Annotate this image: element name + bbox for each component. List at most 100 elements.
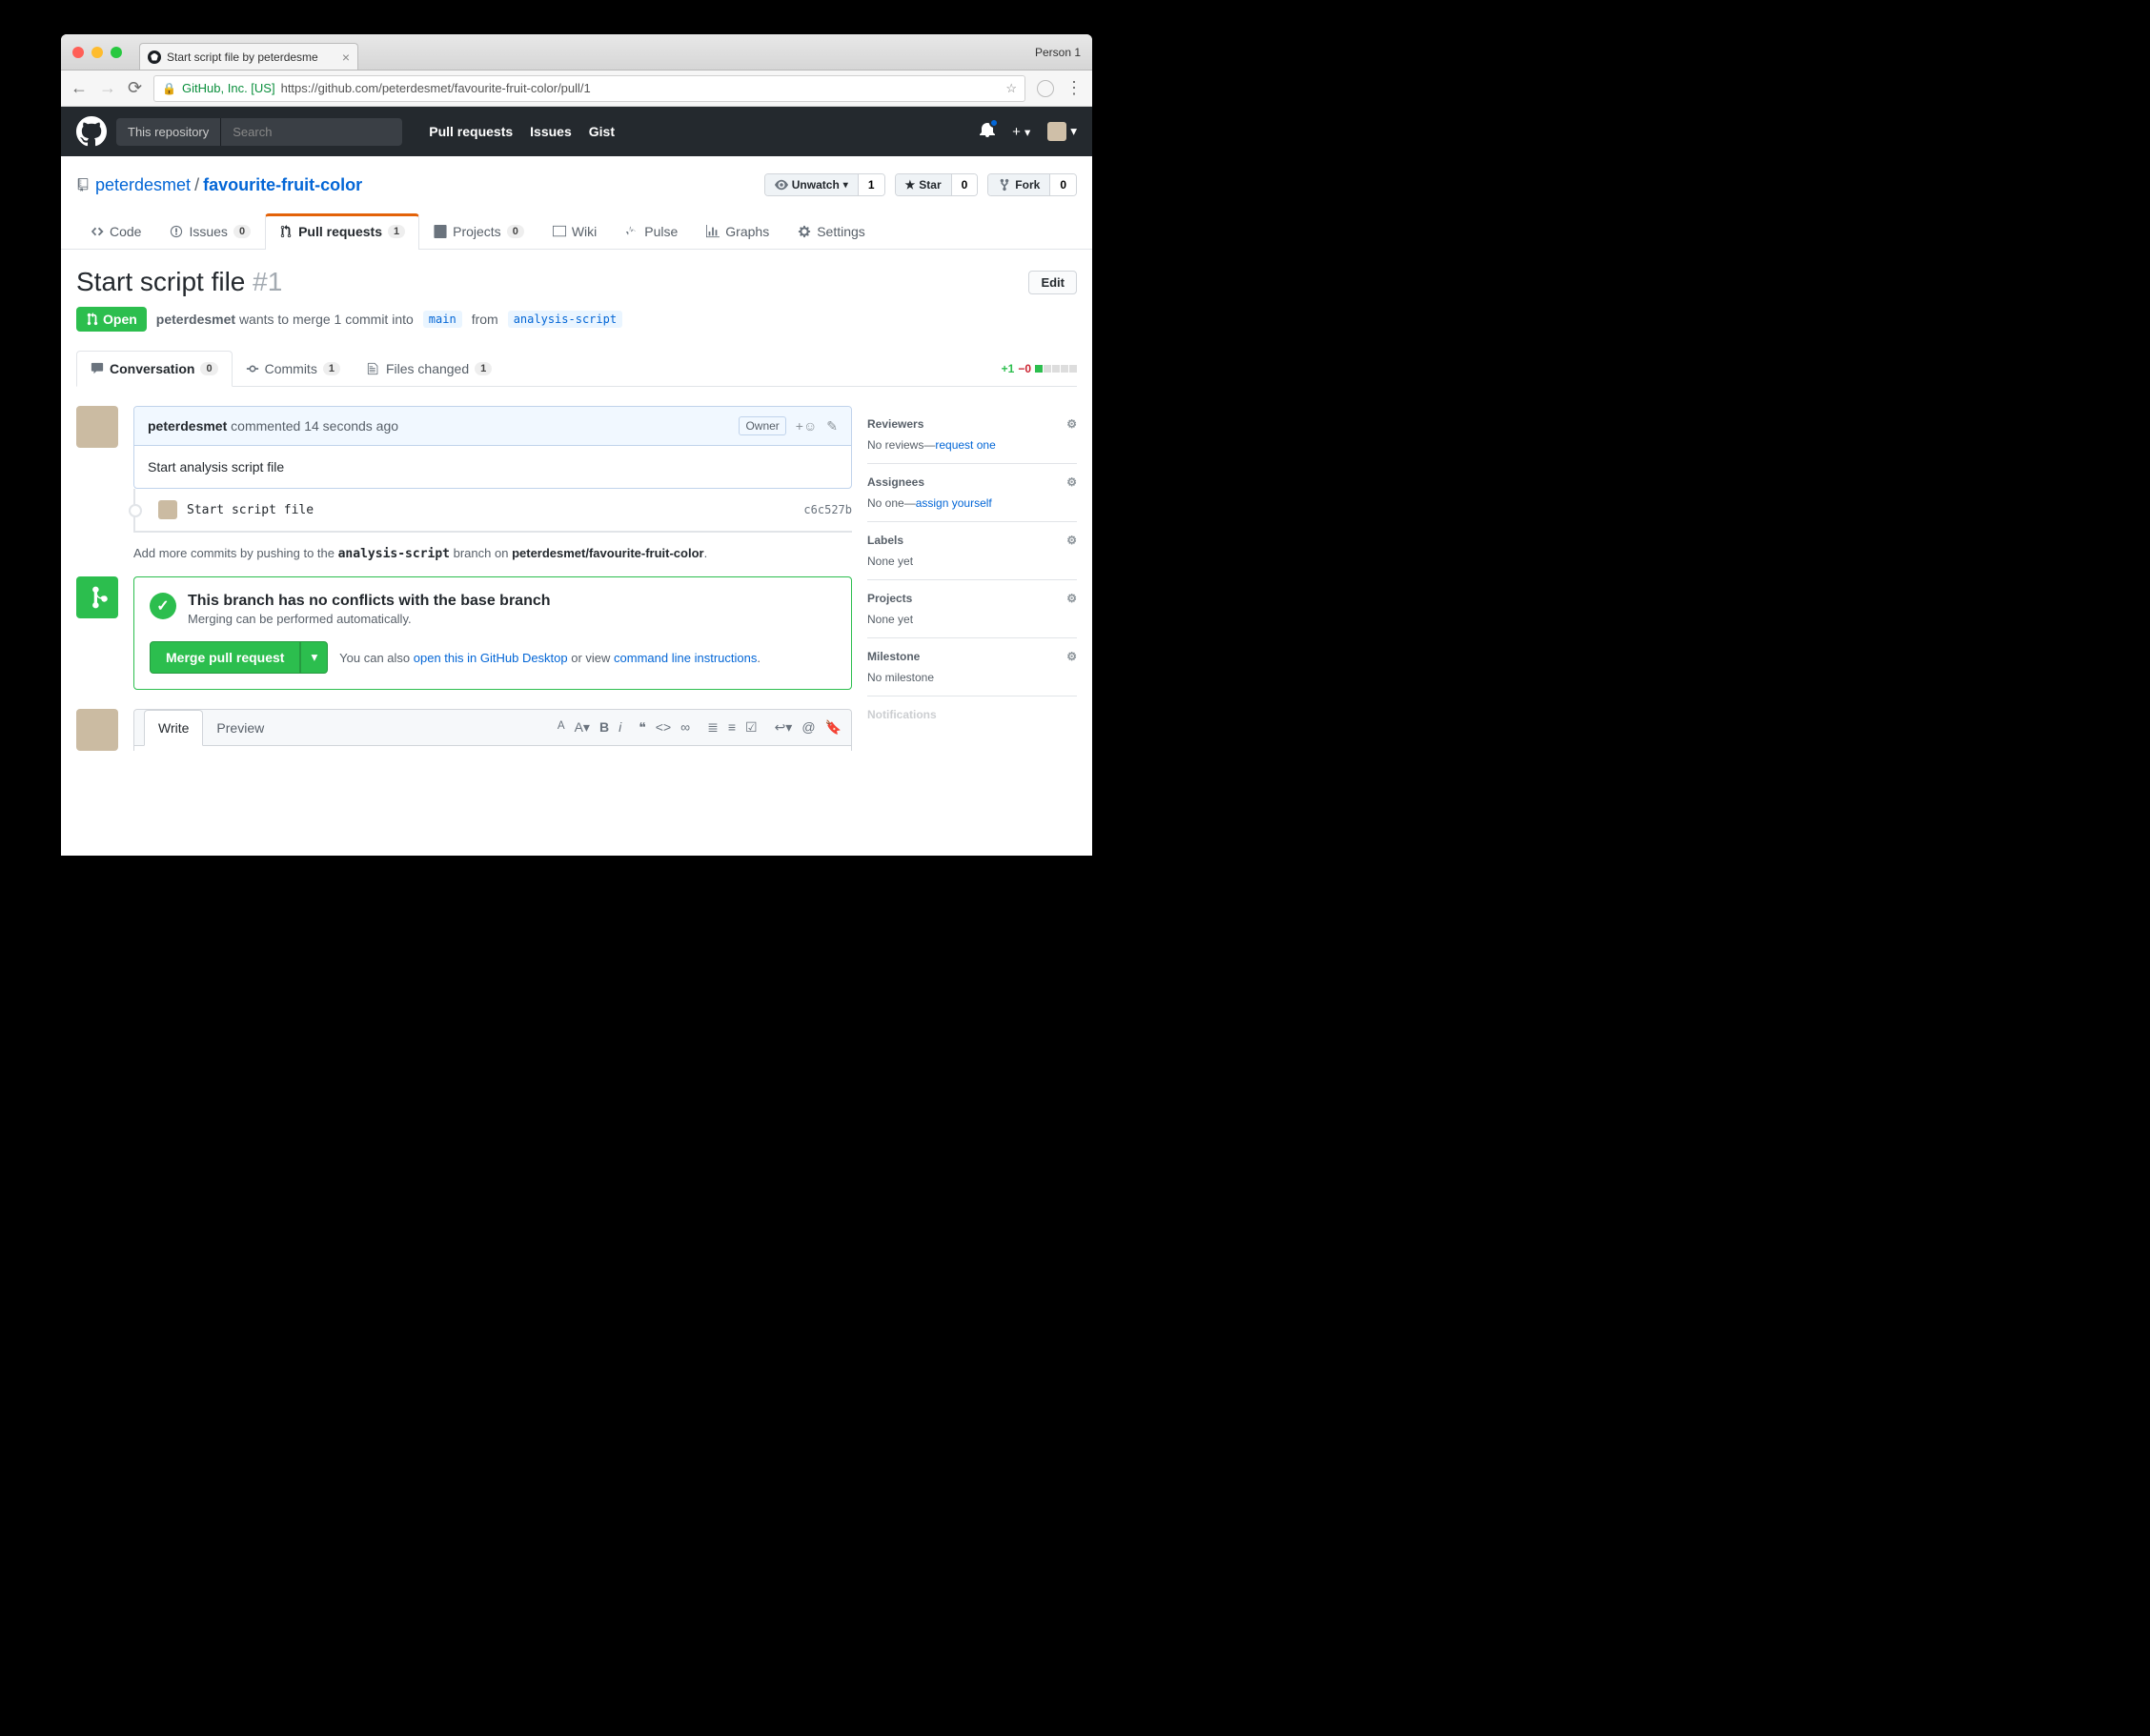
nav-issues[interactable]: Issues <box>530 124 572 139</box>
github-logo-icon[interactable] <box>76 116 107 147</box>
merge-dropdown[interactable]: ▾ <box>300 641 328 674</box>
pr-number: #1 <box>253 267 282 296</box>
nav-pull-requests[interactable]: Pull requests <box>429 124 513 139</box>
fork-button[interactable]: Fork 0 <box>987 173 1077 196</box>
browser-toolbar: ← → ⟳ 🔒 GitHub, Inc. [US] https://github… <box>61 71 1092 107</box>
gear-icon[interactable]: ⚙ <box>1066 534 1077 547</box>
tab-settings[interactable]: Settings <box>783 213 880 249</box>
push-hint: Add more commits by pushing to the analy… <box>133 546 852 561</box>
star-button[interactable]: ★ Star 0 <box>895 173 979 196</box>
gear-icon[interactable]: ⚙ <box>1066 475 1077 489</box>
repo-link[interactable]: favourite-fruit-color <box>203 175 362 195</box>
search-scope-button[interactable]: This repository <box>116 118 221 146</box>
reply-icon[interactable]: ↩▾ <box>775 719 793 736</box>
merge-status-sub: Merging can be performed automatically. <box>188 612 551 626</box>
address-bar[interactable]: 🔒 GitHub, Inc. [US] https://github.com/p… <box>153 75 1025 102</box>
bold-icon[interactable]: B <box>599 719 609 736</box>
create-new-menu[interactable]: + ▾ <box>1012 124 1030 140</box>
ol-icon[interactable]: ≡ <box>728 719 736 736</box>
avatar-icon[interactable] <box>76 406 118 448</box>
write-tab[interactable]: Write <box>144 710 203 746</box>
code-icon[interactable]: <> <box>656 719 671 736</box>
nav-gist[interactable]: Gist <box>589 124 615 139</box>
check-icon: ✓ <box>150 593 176 619</box>
merge-actions: Merge pull request ▾ You can also open t… <box>150 641 836 674</box>
diffstat: +1−0 <box>1002 362 1077 375</box>
watch-count[interactable]: 1 <box>858 174 884 195</box>
bookmark-star-icon[interactable]: ☆ <box>1005 81 1017 96</box>
text-size-icon[interactable]: AA▾ <box>558 719 590 736</box>
sidebar-notifications: Notifications <box>867 696 1077 733</box>
fork-count[interactable]: 0 <box>1049 174 1076 195</box>
comment-author[interactable]: peterdesmet <box>148 418 227 434</box>
github-favicon-icon <box>148 50 161 64</box>
gear-icon[interactable]: ⚙ <box>1066 650 1077 663</box>
tasklist-icon[interactable]: ☑ <box>745 719 758 736</box>
sidebar-reviewers: Reviewers⚙ No reviews—request one <box>867 406 1077 464</box>
user-menu[interactable]: ▾ <box>1047 122 1077 141</box>
browser-tab[interactable]: Start script file by peterdesme × <box>139 43 358 70</box>
italic-icon[interactable]: i <box>619 719 621 736</box>
tab-title: Start script file by peterdesme <box>167 50 318 64</box>
tab-graphs[interactable]: Graphs <box>692 213 783 249</box>
owner-link[interactable]: peterdesmet <box>95 175 191 195</box>
notification-dot-icon <box>989 118 999 128</box>
tab-commits[interactable]: Commits1 <box>233 352 354 386</box>
commit-message[interactable]: Start script file <box>187 503 314 517</box>
tab-pulse[interactable]: Pulse <box>611 213 692 249</box>
preview-tab[interactable]: Preview <box>203 711 277 745</box>
tab-issues[interactable]: Issues0 <box>155 213 265 249</box>
edit-comment-icon[interactable]: ✎ <box>826 418 838 434</box>
request-review-link[interactable]: request one <box>935 438 995 452</box>
merge-button[interactable]: Merge pull request <box>150 641 300 674</box>
mention-icon[interactable]: @ <box>801 719 815 736</box>
window-controls <box>72 47 122 58</box>
notifications-icon[interactable] <box>980 122 995 142</box>
chrome-profile-button[interactable]: Person 1 <box>1035 46 1081 59</box>
tab-pull-requests[interactable]: Pull requests1 <box>265 213 419 250</box>
edit-title-button[interactable]: Edit <box>1028 271 1077 294</box>
gear-icon[interactable]: ⚙ <box>1066 592 1077 605</box>
back-icon[interactable]: ← <box>71 78 88 98</box>
close-window-button[interactable] <box>72 47 84 58</box>
open-in-desktop-link[interactable]: open this in GitHub Desktop <box>414 651 568 665</box>
head-branch[interactable]: analysis-script <box>508 311 622 328</box>
search-input[interactable]: Search <box>221 118 402 146</box>
ul-icon[interactable]: ≣ <box>707 719 719 736</box>
browser-window: Start script file by peterdesme × Person… <box>61 34 1092 856</box>
commit-sha[interactable]: c6c527b <box>803 503 852 516</box>
tab-projects[interactable]: Projects0 <box>419 213 538 249</box>
star-count[interactable]: 0 <box>951 174 978 195</box>
header-nav: Pull requests Issues Gist <box>429 124 615 139</box>
search-wrap: This repository Search <box>116 118 402 146</box>
saved-reply-icon[interactable]: 🔖 <box>825 719 842 736</box>
reload-icon[interactable]: ⟳ <box>128 78 142 98</box>
github-header: This repository Search Pull requests Iss… <box>61 107 1092 156</box>
new-comment: Write Preview AA▾ B i ❝ <> <box>76 709 852 751</box>
cli-instructions-link[interactable]: command line instructions <box>614 651 757 665</box>
tab-code[interactable]: Code <box>76 213 155 249</box>
gear-icon[interactable]: ⚙ <box>1066 417 1077 431</box>
owner-badge: Owner <box>739 416 785 435</box>
avatar-icon[interactable] <box>158 500 177 519</box>
new-comment-box: Write Preview AA▾ B i ❝ <> <box>133 709 852 751</box>
link-icon[interactable]: ∞ <box>680 719 690 736</box>
avatar-icon[interactable] <box>76 709 118 751</box>
tab-files-changed[interactable]: Files changed1 <box>354 352 505 386</box>
tab-conversation[interactable]: Conversation0 <box>76 351 233 387</box>
minimize-window-button[interactable] <box>91 47 103 58</box>
chrome-menu-icon[interactable]: ⋮ <box>1065 78 1083 98</box>
header-right: + ▾ ▾ <box>980 122 1077 142</box>
opening-comment: peterdesmet commented 14 seconds ago Own… <box>76 406 852 489</box>
forward-icon: → <box>99 78 116 98</box>
watch-button[interactable]: Unwatch ▾ 1 <box>764 173 885 196</box>
close-tab-icon[interactable]: × <box>342 50 350 65</box>
add-reaction-icon[interactable]: +☺ <box>796 418 817 434</box>
maximize-window-button[interactable] <box>111 47 122 58</box>
extension-icon[interactable] <box>1037 80 1054 97</box>
assign-yourself-link[interactable]: assign yourself <box>916 496 992 510</box>
sidebar-projects: Projects⚙ None yet <box>867 580 1077 638</box>
base-branch[interactable]: main <box>423 311 462 328</box>
tab-wiki[interactable]: Wiki <box>538 213 611 249</box>
quote-icon[interactable]: ❝ <box>639 719 646 736</box>
